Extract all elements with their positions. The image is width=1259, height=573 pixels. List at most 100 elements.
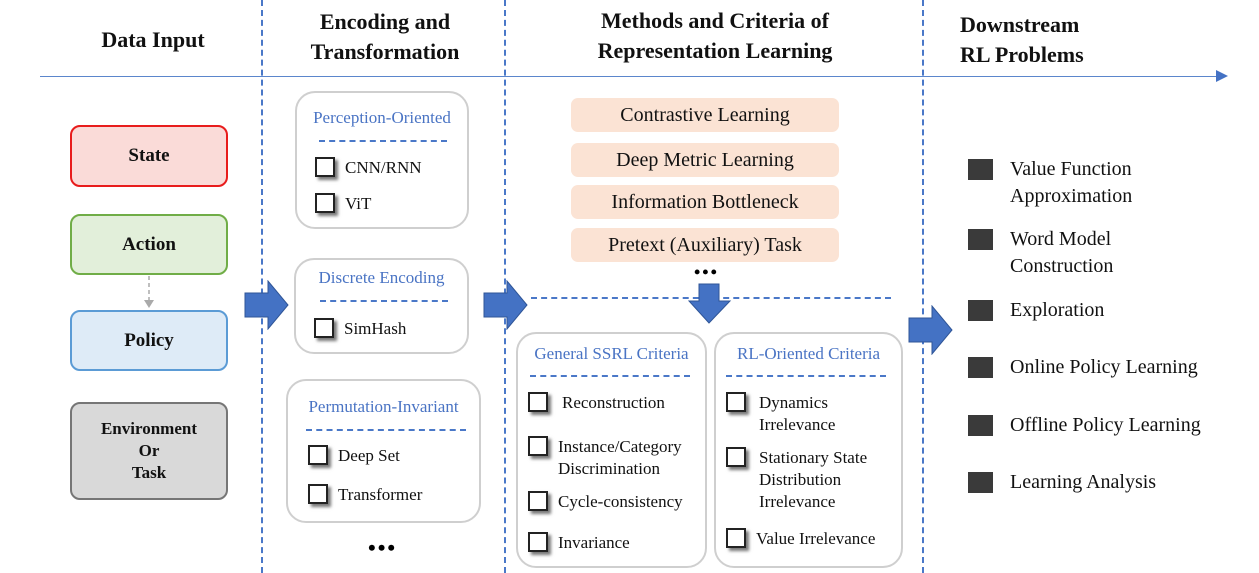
- header-methods-line2: Representation Learning: [597, 38, 833, 63]
- problem-label-line: Word Model: [1010, 228, 1112, 250]
- method-pretext-task: Pretext (Auxiliary) Task: [571, 228, 839, 262]
- list-item: Deep Set: [308, 445, 400, 467]
- problem-label: Value Function Approximation: [1010, 156, 1132, 210]
- input-policy-label: Policy: [124, 329, 174, 351]
- checkbox-icon: [528, 532, 548, 552]
- item-label: Instance/Category Discrimination: [558, 436, 682, 480]
- item-label-line: Instance/Category: [558, 437, 682, 456]
- bullet-square-icon: [968, 229, 993, 250]
- input-state-label: State: [128, 145, 170, 166]
- checkbox-icon: [726, 392, 746, 412]
- problem-label-line: Value Function: [1010, 158, 1132, 180]
- item-label: Cycle-consistency: [558, 492, 683, 511]
- problem-learning-analysis: Learning Analysis: [968, 469, 1156, 496]
- header-downstream-line2: RL Problems: [960, 42, 1084, 67]
- input-env-line1: Environment: [100, 419, 198, 438]
- item-label: Reconstruction: [562, 393, 665, 412]
- checkbox-icon: [726, 447, 746, 467]
- card-title: Discrete Encoding: [318, 268, 445, 287]
- card-title: General SSRL Criteria: [534, 344, 689, 363]
- item-label-line: Irrelevance: [759, 492, 836, 511]
- encoding-ellipsis: •••: [368, 535, 398, 560]
- list-item: SimHash: [314, 318, 406, 340]
- arrow-methods-to-criteria-icon: [688, 283, 732, 324]
- method-information-bottleneck: Information Bottleneck: [571, 185, 839, 219]
- input-state: State: [70, 125, 228, 187]
- problem-label-line: Construction: [1010, 255, 1114, 277]
- input-action-label: Action: [122, 233, 176, 255]
- item-label-line: Dynamics: [759, 393, 828, 412]
- problem-value-function-approximation: Value Function Approximation: [968, 156, 1132, 210]
- item-label: SimHash: [344, 319, 407, 338]
- card-title-divider: [726, 375, 886, 377]
- list-item: Cycle-consistency: [528, 491, 683, 513]
- input-environment-or-task: Environment Or Task: [70, 402, 228, 500]
- header-methods: Methods and Criteria of Representation L…: [560, 6, 870, 66]
- list-item: Reconstruction: [528, 392, 665, 414]
- checkbox-icon: [528, 491, 548, 511]
- list-item: ViT: [315, 193, 371, 215]
- input-policy: Policy: [70, 310, 228, 371]
- bullet-square-icon: [968, 472, 993, 493]
- item-label-line: Distribution: [759, 470, 842, 489]
- bullet-square-icon: [968, 415, 993, 436]
- item-label-line: Discrimination: [558, 459, 660, 478]
- action-to-policy-arrow-icon: [144, 276, 154, 308]
- list-item: Instance/Category Discrimination: [528, 436, 682, 480]
- input-env-line2: Or: [138, 441, 160, 460]
- card-title-divider: [530, 375, 690, 377]
- list-item: Invariance: [528, 532, 630, 554]
- header-encoding-line1: Encoding and: [319, 9, 451, 34]
- input-env-line3: Task: [131, 463, 167, 482]
- list-item: Dynamics Irrelevance: [726, 392, 835, 436]
- card-title-divider: [320, 300, 448, 302]
- timeline-arrowhead-icon: [1216, 70, 1228, 82]
- list-item: Stationary State Distribution Irrelevanc…: [726, 447, 867, 513]
- item-label: Invariance: [558, 533, 630, 552]
- checkbox-icon: [528, 392, 548, 412]
- method-contrastive-learning: Contrastive Learning: [571, 98, 839, 132]
- method-deep-metric-learning: Deep Metric Learning: [571, 143, 839, 177]
- item-label: Transformer: [338, 485, 423, 504]
- item-label: Deep Set: [338, 446, 400, 465]
- problem-online-policy-learning: Online Policy Learning: [968, 354, 1198, 381]
- problem-label: Offline Policy Learning: [1010, 414, 1201, 436]
- input-action: Action: [70, 214, 228, 275]
- card-title-divider: [319, 140, 447, 142]
- problem-label-line: Approximation: [1010, 185, 1133, 207]
- header-downstream-line1: Downstream: [960, 12, 1080, 37]
- column-divider-3: [922, 0, 924, 573]
- problem-world-model-construction: Word Model Construction: [968, 226, 1113, 280]
- header-encoding-line2: Transformation: [310, 39, 460, 64]
- header-downstream: Downstream RL Problems: [960, 10, 1150, 70]
- list-item: CNN/RNN: [315, 157, 422, 179]
- card-general-ssrl-criteria: General SSRL Criteria Reconstruction Ins…: [516, 332, 707, 568]
- card-permutation-invariant: Permutation-Invariant Deep Set Transform…: [286, 379, 481, 523]
- item-label-line: Irrelevance: [759, 415, 836, 434]
- checkbox-icon: [314, 318, 334, 338]
- problem-exploration: Exploration: [968, 297, 1104, 324]
- card-rl-oriented-criteria: RL-Oriented Criteria Dynamics Irrelevanc…: [714, 332, 903, 568]
- arrow-methods-to-downstream-icon: [908, 305, 953, 355]
- checkbox-icon: [315, 157, 335, 177]
- card-title-divider: [306, 429, 466, 431]
- card-discrete-encoding: Discrete Encoding SimHash: [294, 258, 469, 354]
- checkbox-icon: [308, 484, 328, 504]
- item-label: ViT: [345, 194, 372, 213]
- card-title: Perception-Oriented: [313, 108, 451, 127]
- checkbox-icon: [726, 528, 746, 548]
- item-label: CNN/RNN: [345, 158, 422, 177]
- problem-label: Exploration: [1010, 299, 1105, 321]
- header-data-input: Data Input: [101, 27, 205, 52]
- checkbox-icon: [315, 193, 335, 213]
- card-title: RL-Oriented Criteria: [736, 344, 881, 363]
- methods-ellipsis: •••: [694, 262, 719, 282]
- arrow-input-to-encoding-icon: [244, 280, 289, 330]
- bullet-square-icon: [968, 300, 993, 321]
- card-perception-oriented: Perception-Oriented CNN/RNN ViT: [295, 91, 469, 229]
- timeline-axis: [40, 76, 1218, 77]
- header-encoding: Encoding and Transformation: [280, 7, 490, 67]
- problem-label: Word Model Construction: [1010, 226, 1113, 280]
- item-label-line: Stationary State: [759, 448, 868, 467]
- item-label: Dynamics Irrelevance: [759, 392, 835, 436]
